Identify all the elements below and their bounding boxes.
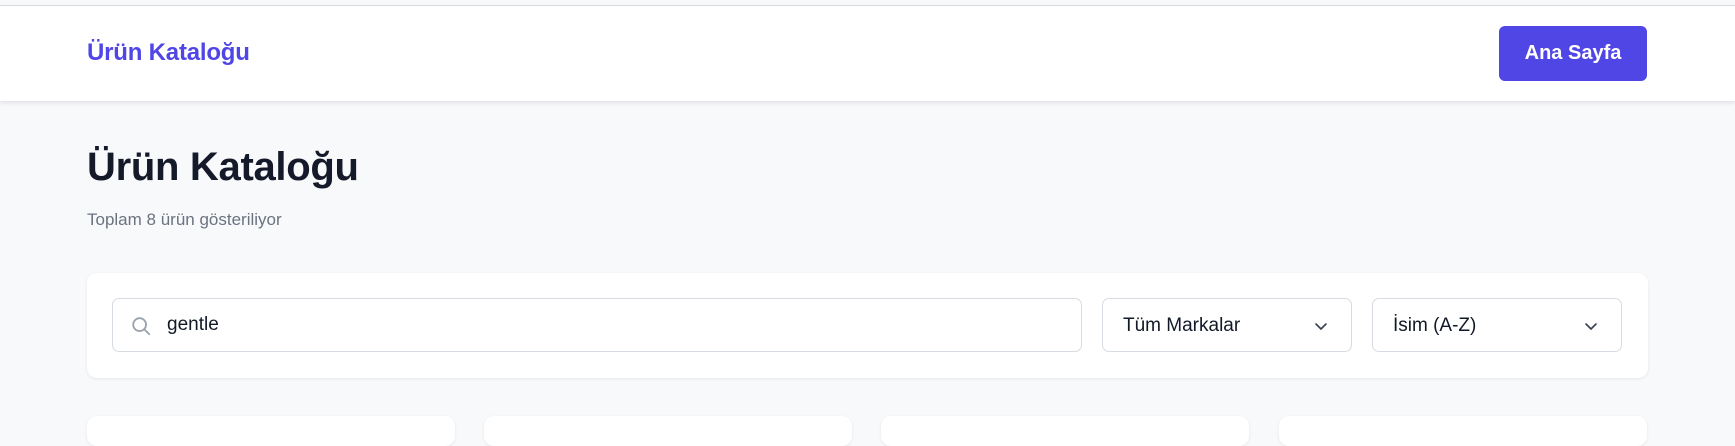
search-input[interactable]: [167, 299, 1067, 351]
chevron-down-icon: [1585, 323, 1597, 330]
navbar: Ürün Kataloğu Ana Sayfa: [0, 6, 1735, 101]
brand-select[interactable]: Tüm Markalar: [1102, 298, 1352, 352]
filter-panel: Tüm Markalar İsim (A-Z): [87, 273, 1648, 378]
search-icon: [132, 317, 151, 336]
sort-select[interactable]: İsim (A-Z): [1372, 298, 1622, 352]
brand-logo[interactable]: Ürün Kataloğu: [87, 39, 250, 67]
page-subtitle: Toplam 8 ürün gösteriliyor: [87, 210, 282, 229]
sort-select-value: İsim (A-Z): [1393, 315, 1477, 336]
search-box[interactable]: [112, 298, 1082, 352]
product-card[interactable]: [881, 416, 1249, 446]
product-card[interactable]: [87, 416, 455, 446]
product-card[interactable]: [1279, 416, 1647, 446]
chevron-down-icon: [1315, 323, 1327, 330]
product-card[interactable]: [484, 416, 852, 446]
home-button[interactable]: Ana Sayfa: [1499, 26, 1647, 81]
page-title: Ürün Kataloğu: [87, 145, 359, 189]
brand-select-value: Tüm Markalar: [1123, 315, 1241, 336]
